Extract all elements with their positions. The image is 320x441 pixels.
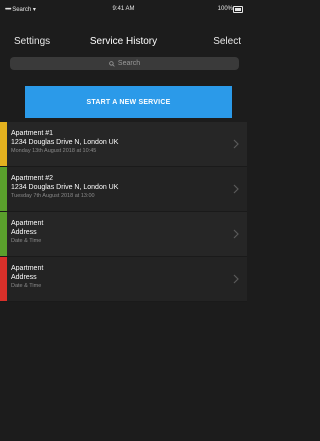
- chevron-right-icon: [233, 229, 239, 239]
- chevron-right-icon: [233, 184, 239, 194]
- service-date: Date & Time: [11, 238, 42, 244]
- battery-icon: [233, 6, 243, 13]
- chevron-right-icon: [233, 274, 239, 284]
- service-date: Date & Time: [11, 283, 42, 289]
- service-row[interactable]: Apartment #1 1234 Douglas Drive N, Londo…: [0, 122, 247, 167]
- service-address: Address: [11, 274, 37, 281]
- service-address: 1234 Douglas Drive N, London UK: [11, 184, 119, 191]
- service-list: Apartment #1 1234 Douglas Drive N, Londo…: [0, 122, 247, 302]
- service-title: Apartment: [11, 220, 44, 227]
- service-address: Address: [11, 229, 37, 236]
- status-bar: ••••• Search ▾ 9:41 AM 100%: [0, 0, 247, 18]
- service-date: Monday 13th August 2018 at 10:45: [11, 148, 97, 154]
- status-indicator: [0, 212, 7, 256]
- service-date: Tuesday 7th August 2018 at 13:00: [11, 193, 95, 199]
- service-row[interactable]: Apartment #2 1234 Douglas Drive N, Londo…: [0, 167, 247, 212]
- service-address: 1234 Douglas Drive N, London UK: [11, 139, 119, 146]
- battery-percent: 100%: [217, 6, 233, 12]
- status-indicator: [0, 122, 7, 166]
- page-title: Service History: [89, 36, 158, 47]
- select-button[interactable]: Select: [213, 36, 241, 47]
- service-row[interactable]: Apartment Address Date & Time: [0, 257, 247, 302]
- service-row[interactable]: Apartment Address Date & Time: [0, 212, 247, 257]
- service-title: Apartment #1: [11, 130, 54, 137]
- start-new-service-button[interactable]: START A NEW SERVICE: [25, 86, 232, 118]
- status-time: 9:41 AM: [112, 6, 135, 12]
- service-title: Apartment #2: [11, 175, 54, 182]
- status-indicator: [0, 257, 7, 301]
- status-indicator: [0, 167, 7, 211]
- chevron-right-icon: [233, 139, 239, 149]
- search-icon: [109, 60, 115, 67]
- search-placeholder: Search: [117, 60, 141, 67]
- navigation-bar: Settings Service History Select: [0, 30, 247, 52]
- search-input[interactable]: Search: [10, 57, 239, 70]
- service-title: Apartment: [11, 265, 44, 272]
